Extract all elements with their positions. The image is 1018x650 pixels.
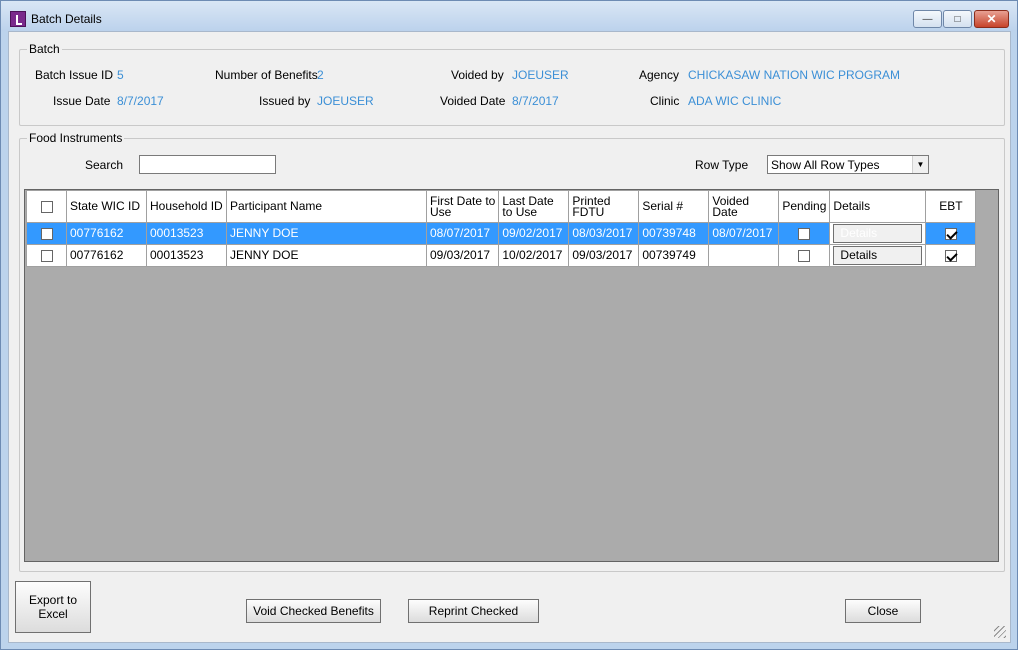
row-select-checkbox[interactable]: [40, 249, 53, 262]
ebt-cell[interactable]: [925, 244, 977, 267]
clinic-label: Clinic: [650, 94, 680, 108]
column-printed-fdtu[interactable]: Printed FDTU: [568, 190, 640, 223]
ebt-cell[interactable]: [925, 222, 977, 245]
details-button[interactable]: Details: [833, 246, 923, 265]
column-last-date-to-use[interactable]: Last Date to Use: [498, 190, 570, 223]
column-voided-date[interactable]: Voided Date: [708, 190, 780, 223]
voided-date-label: Voided Date: [440, 94, 506, 108]
issue-date-value: 8/7/2017: [117, 94, 164, 108]
table-row[interactable]: 00776162 00013523 JENNY DOE 09/03/2017 1…: [26, 244, 977, 267]
minimize-button[interactable]: —: [913, 10, 942, 28]
participant-name-cell: JENNY DOE: [226, 222, 427, 245]
agency-label: Agency: [639, 68, 680, 82]
food-instruments-group-label: Food Instruments: [27, 131, 125, 145]
window-title: Batch Details: [31, 12, 102, 26]
voided-date-cell: 08/07/2017: [708, 222, 780, 245]
pending-cell[interactable]: [778, 244, 831, 267]
batch-group: Batch Batch Issue ID 5 Issue Date 8/7/20…: [19, 42, 1005, 126]
column-last-date-line-2: to Use: [502, 204, 538, 219]
title-bar[interactable]: Batch Details — □ ✕: [1, 1, 1017, 31]
column-first-date-line-2: Use: [430, 204, 452, 219]
details-cell[interactable]: Details: [829, 222, 927, 245]
issue-date-label: Issue Date: [53, 94, 111, 108]
first-date-to-use-cell: 09/03/2017: [425, 244, 500, 267]
serial-cell: 00739748: [638, 222, 710, 245]
search-input[interactable]: [139, 155, 276, 174]
reprint-checked-button[interactable]: Reprint Checked: [408, 599, 539, 623]
export-to-excel-line-2: Excel: [38, 607, 68, 621]
pending-checkbox[interactable]: [798, 249, 811, 262]
number-of-benefits-label: Number of Benefits: [215, 68, 318, 82]
ebt-checkbox[interactable]: [944, 227, 957, 240]
column-details[interactable]: Details: [829, 190, 927, 223]
row-select-cell[interactable]: [26, 222, 67, 245]
column-first-date-to-use[interactable]: First Date to Use: [425, 190, 500, 223]
export-to-excel-line-1: Export to: [28, 593, 78, 607]
row-type-label: Row Type: [695, 158, 749, 172]
column-state-wic-id[interactable]: State WIC ID: [66, 190, 147, 223]
column-printed-fdtu-line-2: FDTU: [572, 204, 605, 219]
pending-checkbox[interactable]: [798, 227, 811, 240]
row-select-cell[interactable]: [26, 244, 67, 267]
void-checked-benefits-button[interactable]: Void Checked Benefits: [246, 599, 381, 623]
food-instruments-group: Food Instruments Search Row Type Show Al…: [19, 131, 1005, 572]
number-of-benefits-value: 2: [317, 68, 324, 82]
search-label: Search: [85, 158, 124, 172]
export-to-excel-button[interactable]: Export to Excel: [15, 581, 91, 633]
printed-fdtu-cell: 09/03/2017: [568, 244, 640, 267]
batch-group-label: Batch: [27, 42, 62, 56]
details-button[interactable]: Details: [833, 224, 923, 243]
batch-issue-id-value: 5: [117, 68, 124, 82]
food-instruments-grid[interactable]: State WIC ID Household ID Participant Na…: [24, 189, 999, 562]
column-household-id[interactable]: Household ID: [146, 190, 227, 223]
household-id-cell: 00013523: [146, 222, 227, 245]
last-date-to-use-cell: 09/02/2017: [498, 222, 570, 245]
serial-cell: 00739749: [638, 244, 710, 267]
issued-by-value: JOEUSER: [317, 94, 374, 108]
batch-details-window: Batch Details — □ ✕ Batch Batch Issue ID…: [0, 0, 1018, 650]
resize-grip-icon[interactable]: [994, 626, 1006, 638]
household-id-cell: 00013523: [146, 244, 227, 267]
state-wic-id-cell: 00776162: [66, 244, 147, 267]
table-header-row: State WIC ID Household ID Participant Na…: [26, 190, 977, 223]
row-type-select[interactable]: Show All Row Types ▼: [767, 155, 929, 174]
voided-date-value: 8/7/2017: [512, 94, 559, 108]
column-participant-name[interactable]: Participant Name: [226, 190, 427, 223]
dialog-client-area: Batch Batch Issue ID 5 Issue Date 8/7/20…: [8, 31, 1011, 643]
column-pending[interactable]: Pending: [778, 190, 831, 223]
voided-by-value: JOEUSER: [512, 68, 569, 82]
maximize-button[interactable]: □: [943, 10, 972, 28]
pending-cell[interactable]: [778, 222, 831, 245]
details-cell[interactable]: Details: [829, 244, 927, 267]
voided-date-cell: [708, 244, 780, 267]
batch-issue-id-label: Batch Issue ID: [35, 68, 114, 82]
printed-fdtu-cell: 08/03/2017: [568, 222, 640, 245]
voided-by-label: Voided by: [451, 68, 504, 82]
column-serial[interactable]: Serial #: [638, 190, 710, 223]
column-ebt[interactable]: EBT: [925, 190, 977, 223]
agency-value: CHICKASAW NATION WIC PROGRAM: [688, 68, 901, 82]
select-all-checkbox-header[interactable]: [26, 190, 67, 223]
state-wic-id-cell: 00776162: [66, 222, 147, 245]
row-select-checkbox[interactable]: [40, 227, 53, 240]
first-date-to-use-cell: 08/07/2017: [425, 222, 500, 245]
food-instruments-table: State WIC ID Household ID Participant Na…: [26, 190, 977, 267]
ebt-checkbox[interactable]: [944, 249, 957, 262]
participant-name-cell: JENNY DOE: [226, 244, 427, 267]
row-type-selected-value: Show All Row Types: [771, 158, 880, 172]
issued-by-label: Issued by: [259, 94, 311, 108]
close-button[interactable]: Close: [845, 599, 921, 623]
last-date-to-use-cell: 10/02/2017: [498, 244, 570, 267]
column-voided-date-line-2: Date: [712, 204, 738, 219]
select-all-checkbox[interactable]: [40, 200, 53, 213]
application-icon: [10, 11, 26, 27]
table-row[interactable]: 00776162 00013523 JENNY DOE 08/07/2017 0…: [26, 222, 977, 245]
clinic-value: ADA WIC CLINIC: [688, 94, 782, 108]
close-window-button[interactable]: ✕: [974, 10, 1009, 28]
dropdown-arrow-icon[interactable]: ▼: [912, 156, 928, 173]
